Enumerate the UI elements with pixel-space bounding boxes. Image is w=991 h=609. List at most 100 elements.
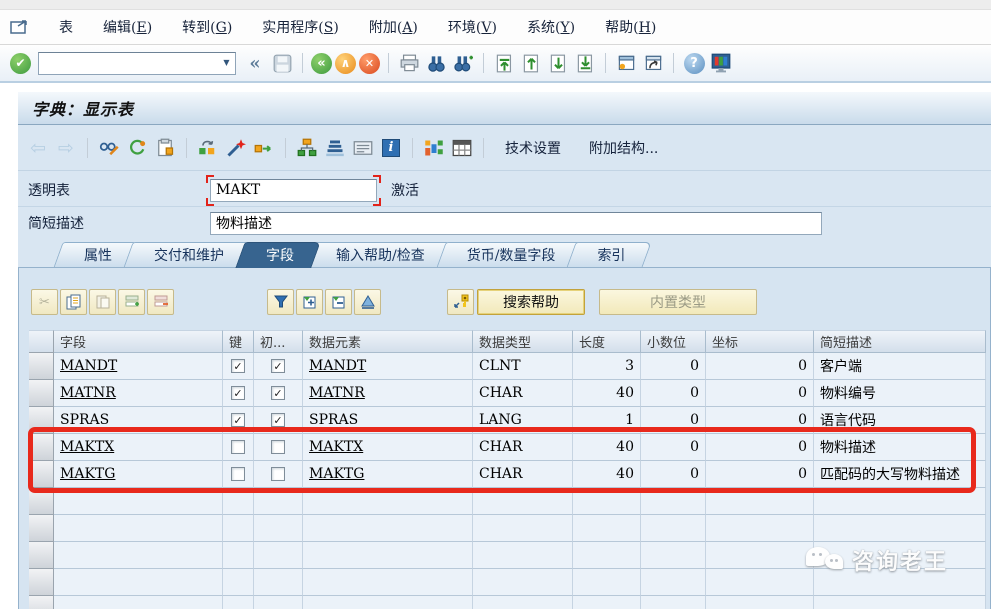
insert-row-icon[interactable]: [118, 289, 145, 315]
display-change-icon[interactable]: [97, 136, 121, 160]
new-session-icon[interactable]: [614, 51, 638, 75]
back-icon[interactable]: «: [311, 53, 332, 74]
short-description-input[interactable]: [210, 212, 822, 235]
find-next-icon[interactable]: [451, 51, 475, 75]
where-used-icon[interactable]: [252, 136, 276, 160]
sort-index-icon[interactable]: [323, 136, 347, 160]
row-selector[interactable]: [29, 515, 54, 542]
key-checkbox[interactable]: ✓: [231, 386, 245, 400]
row-selector[interactable]: [29, 380, 54, 407]
menu-item-4[interactable]: 实用程序(S): [247, 17, 354, 37]
tab-6[interactable]: 索引: [571, 242, 647, 268]
save-icon[interactable]: [270, 51, 294, 75]
key-checkbox[interactable]: ✓: [231, 413, 245, 427]
field-name[interactable]: MANDT: [60, 358, 117, 374]
create-shortcut-icon[interactable]: [641, 51, 665, 75]
row-selector[interactable]: [29, 488, 54, 515]
last-page-icon[interactable]: [573, 51, 597, 75]
key-checkbox[interactable]: [231, 467, 245, 481]
delete-entry-icon[interactable]: [325, 289, 352, 315]
columns-settings-icon[interactable]: [422, 136, 446, 160]
column-header[interactable]: 小数位: [641, 330, 706, 353]
previous-page-icon[interactable]: [519, 51, 543, 75]
initial-checkbox[interactable]: ✓: [271, 386, 285, 400]
refresh-icon[interactable]: [125, 136, 149, 160]
menu-item-6[interactable]: 环境(V): [433, 17, 512, 37]
help-icon[interactable]: ?: [682, 51, 706, 75]
tab-2[interactable]: 交付和维护: [128, 242, 246, 268]
data-element-link[interactable]: MAKTG: [309, 466, 364, 482]
field-name[interactable]: MATNR: [60, 385, 116, 401]
delete-row-icon[interactable]: [147, 289, 174, 315]
initial-checkbox[interactable]: [271, 467, 285, 481]
row-selector[interactable]: [29, 596, 54, 609]
initial-checkbox[interactable]: [271, 440, 285, 454]
row-selector[interactable]: [29, 407, 54, 434]
forward-arrow-icon[interactable]: ⇨: [54, 136, 78, 160]
menu-item-2[interactable]: 编辑(E): [88, 17, 167, 37]
copy-object-icon[interactable]: [153, 136, 177, 160]
cancel-icon[interactable]: ✕: [359, 53, 380, 74]
menu-item-1[interactable]: 表: [44, 17, 88, 37]
search-help-button[interactable]: 搜索帮助: [477, 289, 585, 315]
column-header[interactable]: 坐标: [706, 330, 814, 353]
data-element-link[interactable]: MAKTX: [309, 439, 363, 455]
menu-item-3[interactable]: 转到(G): [167, 17, 247, 37]
tab-3[interactable]: 字段: [240, 242, 316, 268]
tab-5[interactable]: 货币/数量字段: [441, 242, 578, 268]
column-header[interactable]: 数据类型: [473, 330, 573, 353]
insert-entry-icon[interactable]: [296, 289, 323, 315]
command-dropdown-icon[interactable]: ▼: [219, 55, 234, 71]
column-header[interactable]: 数据元素: [303, 330, 473, 353]
activate-icon[interactable]: [224, 136, 248, 160]
tab-4[interactable]: 输入帮助/检查: [310, 242, 447, 268]
key-checkbox[interactable]: ✓: [231, 359, 245, 373]
data-element-link[interactable]: MATNR: [309, 385, 365, 401]
other-object-icon[interactable]: [196, 136, 220, 160]
menu-item-5[interactable]: 附加(A): [354, 17, 433, 37]
row-selector[interactable]: [29, 434, 54, 461]
customize-layout-icon[interactable]: [709, 51, 733, 75]
copy-rows-icon[interactable]: [60, 289, 87, 315]
key-icon[interactable]: [447, 289, 474, 315]
row-selector[interactable]: [29, 353, 54, 380]
next-page-icon[interactable]: [546, 51, 570, 75]
info-icon[interactable]: i: [379, 136, 403, 160]
technical-settings-button[interactable]: 技术设置: [493, 136, 573, 160]
field-name[interactable]: MAKTX: [60, 439, 114, 455]
tab-1[interactable]: 属性: [58, 242, 134, 268]
menu-item-7[interactable]: 系统(Y): [512, 17, 590, 37]
menu-item-8[interactable]: 帮助(H): [590, 17, 671, 37]
data-element-link[interactable]: MANDT: [309, 358, 366, 374]
initial-checkbox[interactable]: ✓: [271, 413, 285, 427]
column-header[interactable]: 长度: [573, 330, 641, 353]
back-arrow-icon[interactable]: ⇦: [26, 136, 50, 160]
filter-icon[interactable]: [267, 289, 294, 315]
column-header[interactable]: 简短描述: [814, 330, 986, 353]
enter-check-icon[interactable]: ✔: [10, 53, 31, 74]
collapse-icon[interactable]: «: [243, 51, 267, 75]
table-name-input[interactable]: [210, 179, 377, 202]
column-header[interactable]: 键: [223, 330, 254, 353]
row-selector[interactable]: [29, 461, 54, 488]
cut-icon[interactable]: ✂: [31, 289, 58, 315]
hierarchy-icon[interactable]: [295, 136, 319, 160]
key-checkbox[interactable]: [231, 440, 245, 454]
append-structure-button[interactable]: 附加结构...: [577, 136, 670, 160]
builtin-type-button[interactable]: 内置类型: [599, 289, 757, 315]
display-list-icon[interactable]: [351, 136, 375, 160]
field-name[interactable]: MAKTG: [60, 466, 115, 482]
table-view-icon[interactable]: [450, 136, 474, 160]
column-header[interactable]: 初...: [254, 330, 303, 353]
select-all-cell[interactable]: [29, 330, 54, 353]
sort-ascending-icon[interactable]: [354, 289, 381, 315]
system-menu-icon[interactable]: [10, 18, 32, 36]
row-selector[interactable]: [29, 542, 54, 569]
find-icon[interactable]: [424, 51, 448, 75]
initial-checkbox[interactable]: ✓: [271, 359, 285, 373]
column-header[interactable]: 字段: [54, 330, 223, 353]
first-page-icon[interactable]: [492, 51, 516, 75]
row-selector[interactable]: [29, 569, 54, 596]
print-icon[interactable]: [397, 51, 421, 75]
command-input[interactable]: [38, 52, 236, 75]
